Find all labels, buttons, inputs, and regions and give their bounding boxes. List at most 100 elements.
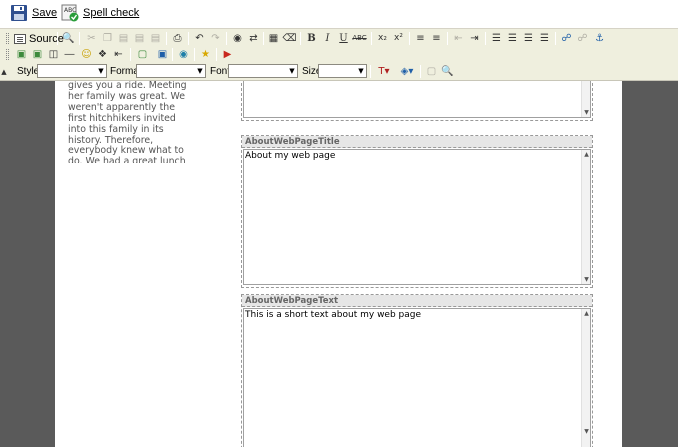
page-break-icon[interactable]: ⇤ bbox=[111, 47, 126, 62]
image-manager-icon[interactable]: ▣ bbox=[30, 47, 45, 62]
youtube-icon[interactable]: ▶ bbox=[220, 47, 235, 62]
content-region-top: ▼ bbox=[241, 81, 593, 121]
cut-icon[interactable]: ✂ bbox=[84, 31, 99, 46]
maximize-icon[interactable]: ▢ bbox=[424, 64, 439, 79]
anchor-icon[interactable]: ⚓ bbox=[592, 31, 607, 46]
toolbar-separator bbox=[194, 48, 195, 61]
align-left-icon[interactable]: ☰ bbox=[489, 31, 504, 46]
table-icon[interactable]: ◫ bbox=[46, 47, 61, 62]
toolbar-separator bbox=[300, 32, 301, 45]
spell-check-button[interactable]: ABC Spell check bbox=[61, 3, 139, 23]
redo-icon[interactable]: ↷ bbox=[208, 31, 223, 46]
source-label: Source bbox=[29, 32, 64, 45]
chevron-down-icon: ▼ bbox=[98, 67, 104, 75]
floppy-disk-icon bbox=[11, 5, 27, 21]
chevron-down-icon: ▼ bbox=[358, 67, 364, 75]
region-content: About my web page bbox=[245, 151, 336, 161]
smiley-icon[interactable]: ☺ bbox=[79, 47, 94, 62]
align-center-icon[interactable]: ☰ bbox=[505, 31, 520, 46]
bold-icon[interactable]: B bbox=[304, 31, 319, 46]
find-icon[interactable]: ◉ bbox=[230, 31, 245, 46]
collapse-toolbar-icon[interactable]: ▲ bbox=[0, 65, 8, 80]
chevron-down-icon: ▼ bbox=[197, 67, 203, 75]
size-select[interactable]: ▼ bbox=[318, 64, 367, 78]
scroll-up-icon[interactable]: ▲ bbox=[582, 150, 591, 159]
paste-icon[interactable]: ▤ bbox=[116, 31, 131, 46]
paste-text-icon[interactable]: ▤ bbox=[132, 31, 147, 46]
underline-icon[interactable]: U bbox=[336, 31, 351, 46]
print-icon[interactable]: ⎙ bbox=[170, 31, 185, 46]
select-all-icon[interactable]: ▦ bbox=[266, 31, 281, 46]
top-action-bar: Save ABC Spell check bbox=[0, 0, 678, 28]
toolbar-separator bbox=[57, 32, 58, 45]
indent-icon[interactable]: ⇥ bbox=[467, 31, 482, 46]
toolbar-separator bbox=[226, 32, 227, 45]
subscript-icon[interactable]: x₂ bbox=[375, 31, 390, 46]
toolbar-separator bbox=[130, 48, 131, 61]
scroll-down-icon[interactable]: ▼ bbox=[582, 427, 591, 436]
align-right-icon[interactable]: ☰ bbox=[521, 31, 536, 46]
vertical-scrollbar[interactable]: ▼ bbox=[581, 81, 590, 117]
editor-page[interactable]: gives you a ride. Meeting her family was… bbox=[55, 81, 622, 447]
numbered-list-icon[interactable]: ≡ bbox=[413, 31, 428, 46]
save-label: Save bbox=[32, 7, 58, 19]
link-icon[interactable]: ☍ bbox=[559, 31, 574, 46]
toolbar-separator bbox=[409, 32, 410, 45]
about-web-page-text-region: AboutWebPageText This is a short text ab… bbox=[241, 294, 593, 447]
source-icon bbox=[14, 33, 26, 44]
chevron-down-icon: ▼ bbox=[289, 67, 295, 75]
outdent-icon[interactable]: ⇤ bbox=[451, 31, 466, 46]
superscript-icon[interactable]: x² bbox=[391, 31, 406, 46]
text-color-icon[interactable]: T▾ bbox=[374, 64, 394, 79]
region-textbox[interactable]: About my web page ▲ ▼ bbox=[243, 149, 591, 285]
style-select[interactable]: ▼ bbox=[37, 64, 107, 78]
replace-icon[interactable]: ⇄ bbox=[246, 31, 261, 46]
scroll-up-icon[interactable]: ▲ bbox=[582, 309, 591, 318]
copy-icon[interactable]: ❐ bbox=[100, 31, 115, 46]
format-select[interactable]: ▼ bbox=[136, 64, 206, 78]
toolbar-grip[interactable] bbox=[6, 49, 9, 60]
toolbar-separator bbox=[447, 32, 448, 45]
vertical-scrollbar[interactable]: ▲ ▼ bbox=[581, 309, 590, 447]
right-margin bbox=[622, 81, 678, 447]
remove-format-icon[interactable]: ⌫ bbox=[282, 31, 297, 46]
template-icon[interactable]: ▢ bbox=[135, 47, 150, 62]
toolbar-separator bbox=[216, 48, 217, 61]
widget-icon[interactable]: ▣ bbox=[155, 47, 170, 62]
star-icon[interactable]: ★ bbox=[198, 47, 213, 62]
toolbar-separator bbox=[188, 32, 189, 45]
toolbar-row-1: Source 🔍 ✂ ❐ ▤ ▤ ▤ ⎙ ↶ ↷ ◉ ⇄ ▦ ⌫ B I U A… bbox=[0, 30, 678, 47]
horizontal-rule-icon[interactable]: ― bbox=[62, 47, 77, 62]
show-blocks-icon[interactable]: 🔍 bbox=[440, 64, 455, 79]
region-title: AboutWebPageTitle bbox=[242, 136, 592, 148]
vertical-scrollbar[interactable]: ▲ ▼ bbox=[581, 150, 590, 284]
region-textbox[interactable]: ▼ bbox=[243, 81, 591, 118]
italic-icon[interactable]: I bbox=[320, 31, 335, 46]
toolbar-grip[interactable] bbox=[6, 33, 9, 44]
toolbar-separator bbox=[166, 32, 167, 45]
paste-word-icon[interactable]: ▤ bbox=[148, 31, 163, 46]
preview-icon[interactable]: 🔍 bbox=[61, 31, 76, 46]
toolbar-separator bbox=[172, 48, 173, 61]
special-char-icon[interactable]: ❖ bbox=[95, 47, 110, 62]
style-label: Style bbox=[17, 66, 40, 77]
save-button[interactable]: Save bbox=[10, 3, 57, 23]
align-justify-icon[interactable]: ☰ bbox=[537, 31, 552, 46]
flash-icon[interactable]: ◉ bbox=[176, 47, 191, 62]
font-select[interactable]: ▼ bbox=[228, 64, 298, 78]
spell-check-icon: ABC bbox=[61, 4, 79, 22]
undo-icon[interactable]: ↶ bbox=[192, 31, 207, 46]
scroll-down-icon[interactable]: ▼ bbox=[582, 275, 591, 284]
toolbar-separator bbox=[370, 65, 371, 78]
toolbar-separator bbox=[555, 32, 556, 45]
scroll-down-icon[interactable]: ▼ bbox=[582, 108, 591, 117]
story-text[interactable]: gives you a ride. Meeting her family was… bbox=[68, 81, 193, 163]
image-icon[interactable]: ▣ bbox=[14, 47, 29, 62]
spell-check-label: Spell check bbox=[83, 7, 140, 19]
toolbar-row-3: ▲ Style ▼ Format ▼ Font ▼ Size ▼ T▾ ◈▾ ▢… bbox=[0, 63, 678, 80]
bulleted-list-icon[interactable]: ≡ bbox=[429, 31, 444, 46]
unlink-icon[interactable]: ☍ bbox=[575, 31, 590, 46]
background-color-icon[interactable]: ◈▾ bbox=[397, 64, 417, 79]
strikethrough-icon[interactable]: ABC bbox=[352, 31, 367, 46]
region-textbox[interactable]: This is a short text about my web page ▲… bbox=[243, 308, 591, 447]
